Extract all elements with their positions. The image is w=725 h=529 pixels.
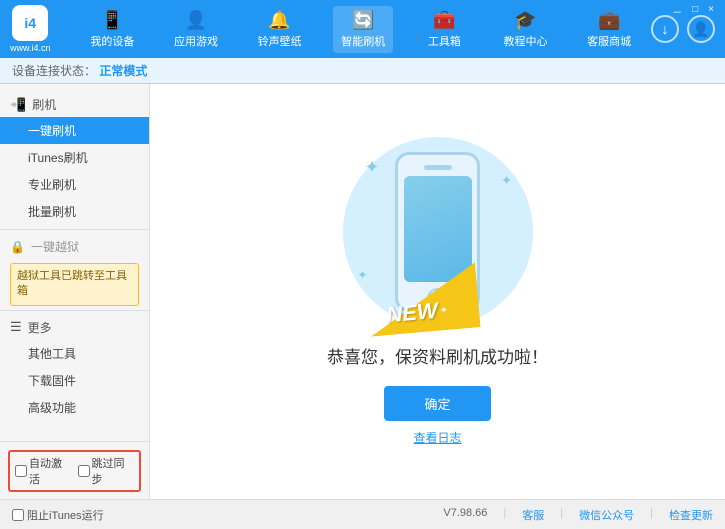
sidebar-header-flash: 📲 刷机 — [0, 92, 149, 117]
confirm-button[interactable]: 确定 — [384, 386, 490, 421]
sidebar-item-other-tools[interactable]: 其他工具 — [0, 340, 149, 367]
new-ribbon: ✦ NEW ✦ — [368, 267, 478, 332]
bottom-sep-2: | — [560, 507, 563, 523]
content-area: ✦ ✦ ✦ ✦ NEW ✦ 恭喜您，保资料刷机成功啦！ — [150, 84, 725, 499]
service-icon: 💼 — [598, 10, 620, 31]
device-name: iPhone 15 Pro Max — [39, 498, 141, 499]
jailbreak-warning: 越狱工具已跳转至工具箱 — [10, 263, 139, 306]
sidebar-item-batch-flash[interactable]: 批量刷机 — [0, 198, 149, 225]
minimize-button[interactable]: － — [669, 4, 685, 19]
device-details: iPhone 15 Pro Max 512GB iPhone — [39, 498, 141, 499]
jailbreak-icon: 🔒 — [10, 240, 25, 254]
more-icon: ☰ — [10, 319, 22, 335]
device-info: 📱 iPhone 15 Pro Max 512GB iPhone — [8, 498, 141, 499]
close-button[interactable]: × — [705, 4, 717, 19]
nav-tutorial[interactable]: 🎓 教程中心 — [496, 6, 556, 53]
nav-ringtone[interactable]: 🔔 铃声壁纸 — [250, 6, 310, 53]
topbar-right: ↓ 👤 — [651, 15, 715, 43]
phone-speaker — [424, 165, 452, 170]
download-button[interactable]: ↓ — [651, 15, 679, 43]
sidebar-section-more: ☰ 更多 其他工具 下载固件 高级功能 — [0, 315, 149, 421]
sidebar-item-download-firmware[interactable]: 下载固件 — [0, 367, 149, 394]
nav-toolbox[interactable]: 🧰 工具箱 — [417, 6, 472, 53]
nav-items: 📱 我的设备 👤 应用游戏 🔔 铃声壁纸 🔄 智能刷机 🧰 工具箱 🎓 — [71, 6, 651, 53]
sparkle-bottom-left-icon: ✦ — [358, 268, 368, 282]
new-text: NEW — [385, 298, 438, 328]
nav-apps-games[interactable]: 👤 应用游戏 — [166, 6, 226, 53]
main-layout: 📲 刷机 一键刷机 iTunes刷机 专业刷机 批量刷机 🔒 一键越狱 越狱工具… — [0, 84, 725, 499]
view-log-link[interactable]: 查看日志 — [413, 429, 461, 446]
tutorial-icon: 🎓 — [514, 10, 536, 31]
stop-itunes-checkbox[interactable] — [12, 509, 24, 521]
sidebar-section-flash: 📲 刷机 一键刷机 iTunes刷机 专业刷机 批量刷机 — [0, 92, 149, 225]
auto-activate-checkbox-label[interactable]: 自动激活 — [15, 455, 72, 487]
flash-section-icon: 📲 — [10, 97, 26, 113]
sidebar-header-more: ☰ 更多 — [0, 315, 149, 340]
ringtone-icon: 🔔 — [268, 10, 290, 31]
user-button[interactable]: 👤 — [687, 15, 715, 43]
device-phone-icon: 📱 — [8, 498, 33, 499]
sparkle-top-right-icon: ✦ — [501, 172, 513, 189]
nav-smart-flash[interactable]: 🔄 智能刷机 — [333, 6, 393, 53]
logo: i4 www.i4.cn — [10, 5, 51, 53]
check-update-link[interactable]: 检查更新 — [669, 507, 713, 523]
sidebar-item-one-click-flash[interactable]: 一键刷机 — [0, 117, 149, 144]
toolbox-icon: 🧰 — [433, 10, 455, 31]
bottom-left: 阻止iTunes运行 — [12, 507, 443, 523]
device-options-box: 自动激活 跳过同步 — [8, 450, 141, 492]
nav-my-device[interactable]: 📱 我的设备 — [82, 6, 142, 53]
maximize-button[interactable]: □ — [689, 4, 701, 19]
sidebar-section-jailbreak: 🔒 一键越狱 越狱工具已跳转至工具箱 — [0, 234, 149, 306]
window-controls: － □ × — [669, 4, 717, 19]
bottom-center: V7.98.66 | 客服 | 微信公众号 | 检查更新 — [443, 507, 713, 523]
success-message: 恭喜您，保资料刷机成功啦！ — [327, 343, 548, 368]
sidebar-header-jailbreak: 🔒 一键越狱 — [0, 234, 149, 259]
support-link[interactable]: 客服 — [522, 507, 544, 523]
nav-service[interactable]: 💼 客服商城 — [579, 6, 639, 53]
sidebar: 📲 刷机 一键刷机 iTunes刷机 专业刷机 批量刷机 🔒 一键越狱 越狱工具… — [0, 84, 150, 499]
wechat-link[interactable]: 微信公众号 — [579, 507, 634, 523]
bottom-sep-3: | — [650, 507, 653, 523]
flash-icon: 🔄 — [352, 10, 374, 31]
device-icon: 📱 — [101, 10, 123, 31]
version-label: V7.98.66 — [443, 507, 487, 523]
sidebar-item-advanced[interactable]: 高级功能 — [0, 394, 149, 421]
sparkle-top-left-icon: ✦ — [365, 157, 380, 178]
logo-url: www.i4.cn — [10, 43, 51, 53]
bottom-bar: 阻止iTunes运行 V7.98.66 | 客服 | 微信公众号 | 检查更新 — [0, 499, 725, 529]
bottom-sep-1: | — [503, 507, 506, 523]
logo-icon: i4 — [12, 5, 48, 41]
stop-itunes-checkbox-label[interactable]: 阻止iTunes运行 — [12, 507, 104, 523]
statusbar: 设备连接状态： 正常模式 — [0, 58, 725, 84]
auto-activate-checkbox[interactable] — [15, 465, 27, 477]
apps-icon: 👤 — [185, 10, 207, 31]
sidebar-item-itunes-flash[interactable]: iTunes刷机 — [0, 144, 149, 171]
sidebar-item-pro-flash[interactable]: 专业刷机 — [0, 171, 149, 198]
topbar: i4 www.i4.cn 📱 我的设备 👤 应用游戏 🔔 铃声壁纸 🔄 智能刷机 — [0, 0, 725, 58]
time-sync-checkbox-label[interactable]: 跳过同步 — [78, 455, 135, 487]
time-sync-checkbox[interactable] — [78, 465, 90, 477]
